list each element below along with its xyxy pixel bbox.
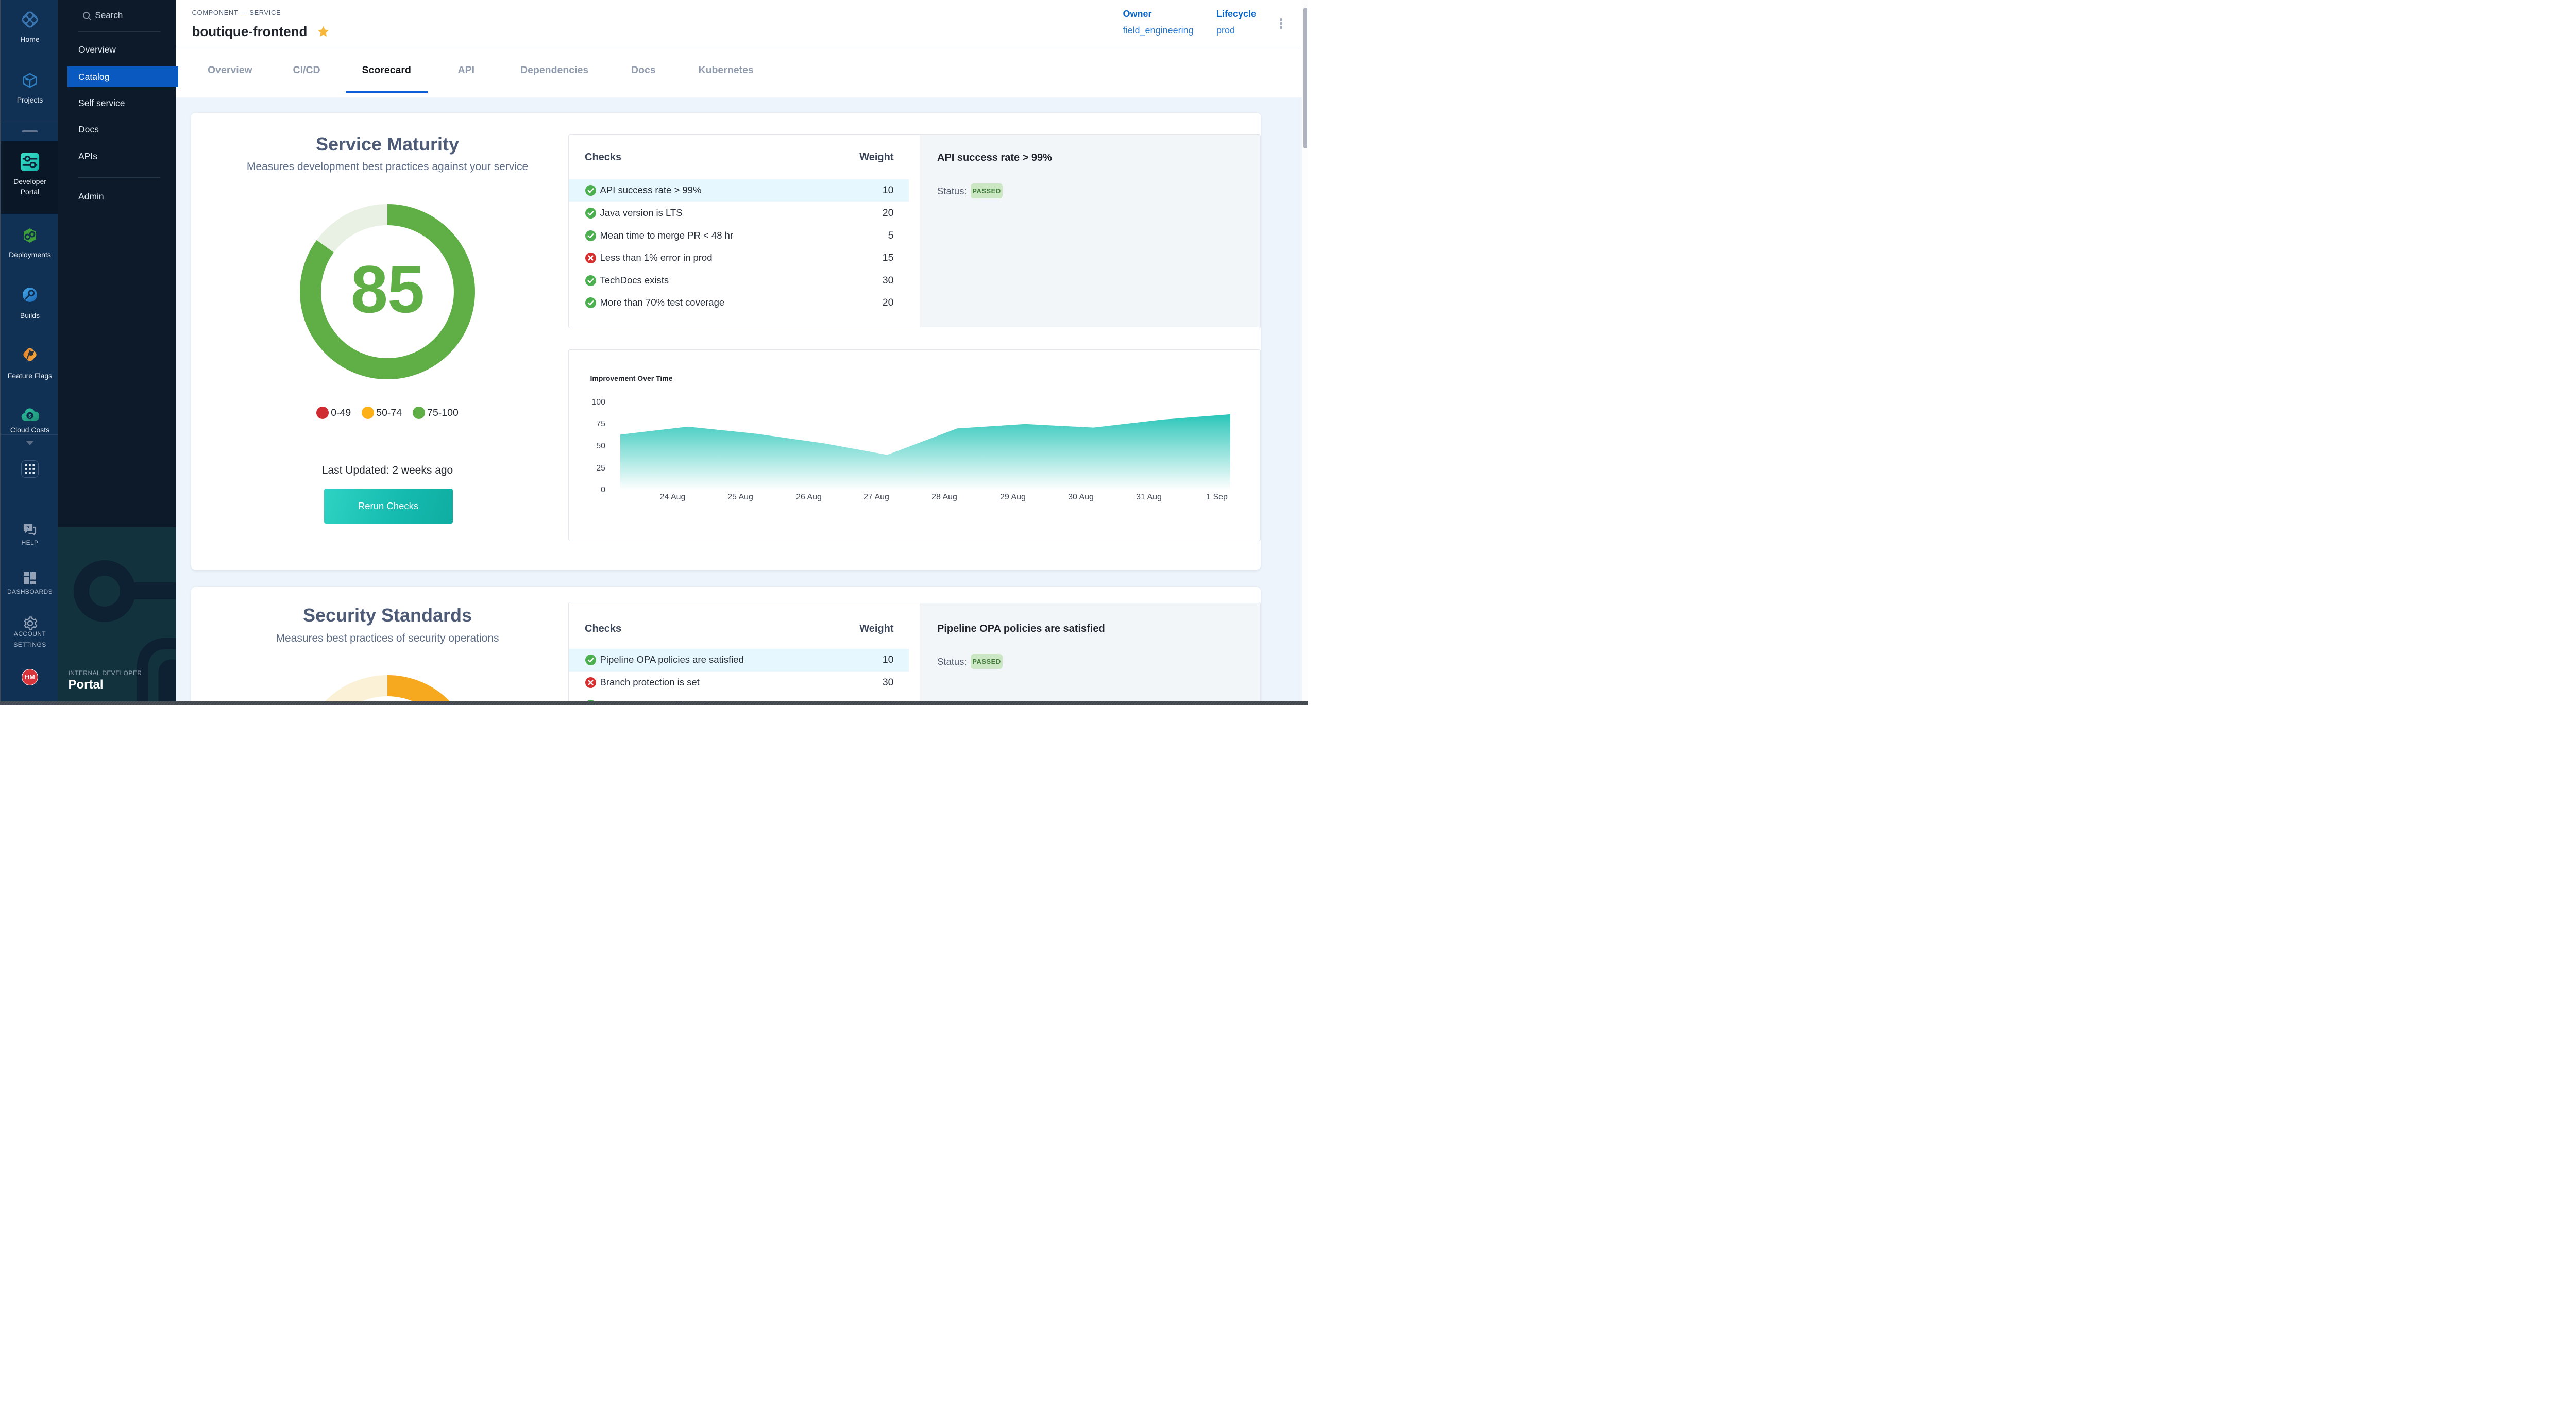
svg-text:?: ? bbox=[26, 525, 30, 531]
svg-text:85: 85 bbox=[351, 251, 425, 327]
svg-text:$: $ bbox=[28, 414, 31, 420]
